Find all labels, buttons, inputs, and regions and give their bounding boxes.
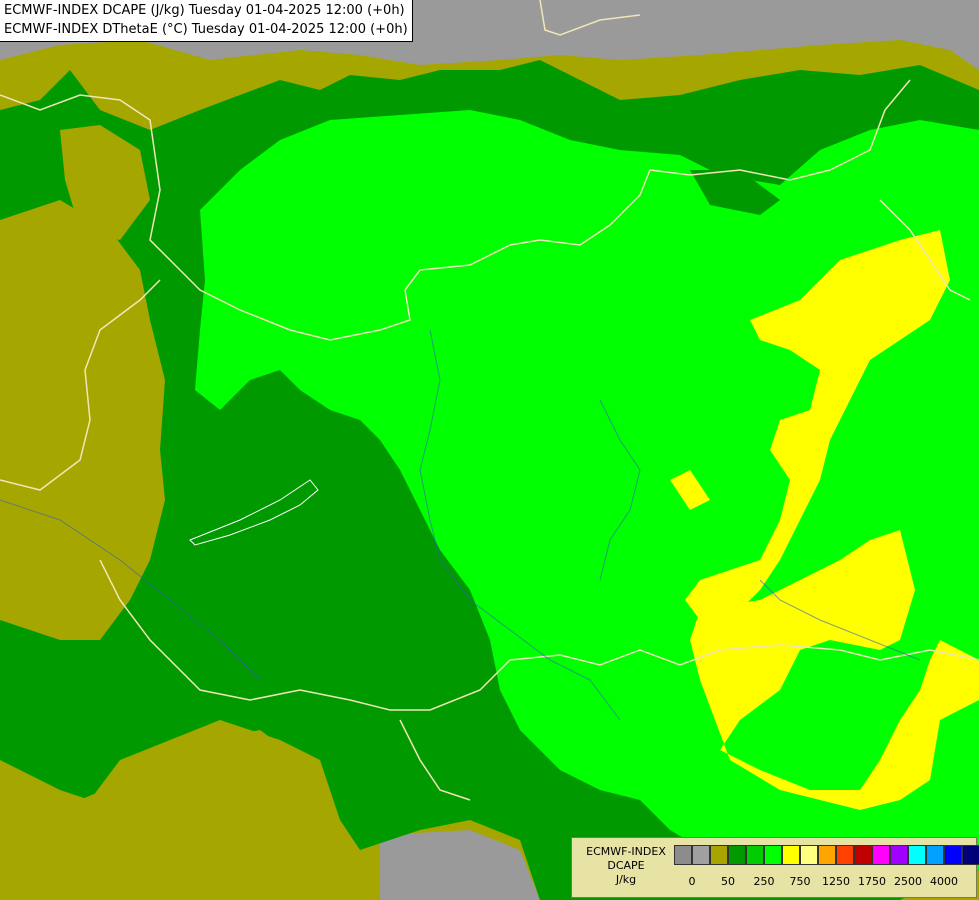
legend-tick-label: 0: [688, 875, 696, 888]
legend-swatch: [764, 845, 782, 865]
legend-swatch: [674, 845, 692, 865]
legend-swatch: [962, 845, 979, 865]
legend-swatch: [782, 845, 800, 865]
legend-tick-label: 1750: [858, 875, 886, 888]
title-dthetae: ECMWF-INDEX DThetaE (°C) Tuesday 01-04-2…: [4, 22, 408, 37]
legend-swatch: [890, 845, 908, 865]
legend-unit: J/kg: [615, 873, 637, 886]
legend-tick-label: 50: [721, 875, 735, 888]
legend-swatch: [818, 845, 836, 865]
title-dcape: ECMWF-INDEX DCAPE (J/kg) Tuesday 01-04-2…: [4, 3, 405, 18]
legend-swatch: [728, 845, 746, 865]
color-legend: ECMWF-INDEX DCAPE J/kg 0 50 250 750 1250 1750…: [571, 837, 979, 898]
legend-swatch: [872, 845, 890, 865]
legend-title: ECMWF-INDEX DCAPE J/kg: [578, 845, 674, 887]
legend-tick-label: 2500: [894, 875, 922, 888]
legend-swatch: [854, 845, 872, 865]
legend-title-line1: ECMWF-INDEX: [586, 845, 666, 858]
map-title-box: ECMWF-INDEX DCAPE (J/kg) Tuesday 01-04-2…: [0, 0, 413, 42]
legend-swatch: [692, 845, 710, 865]
legend-swatch: [710, 845, 728, 865]
legend-tick-label: 1250: [822, 875, 850, 888]
legend-tick-label: 250: [753, 875, 775, 888]
legend-swatch: [746, 845, 764, 865]
legend-swatch: [836, 845, 854, 865]
legend-title-line2: DCAPE: [607, 859, 645, 872]
weather-map: [0, 0, 979, 900]
legend-swatches: [674, 845, 979, 865]
legend-swatch: [944, 845, 962, 865]
legend-swatch: [926, 845, 944, 865]
legend-tick-label: 4000: [930, 875, 958, 888]
legend-tick-label: 750: [789, 875, 811, 888]
legend-swatch: [800, 845, 818, 865]
legend-ticks: 0 50 250 750 1250 1750 2500 4000: [674, 875, 974, 889]
legend-swatch: [908, 845, 926, 865]
